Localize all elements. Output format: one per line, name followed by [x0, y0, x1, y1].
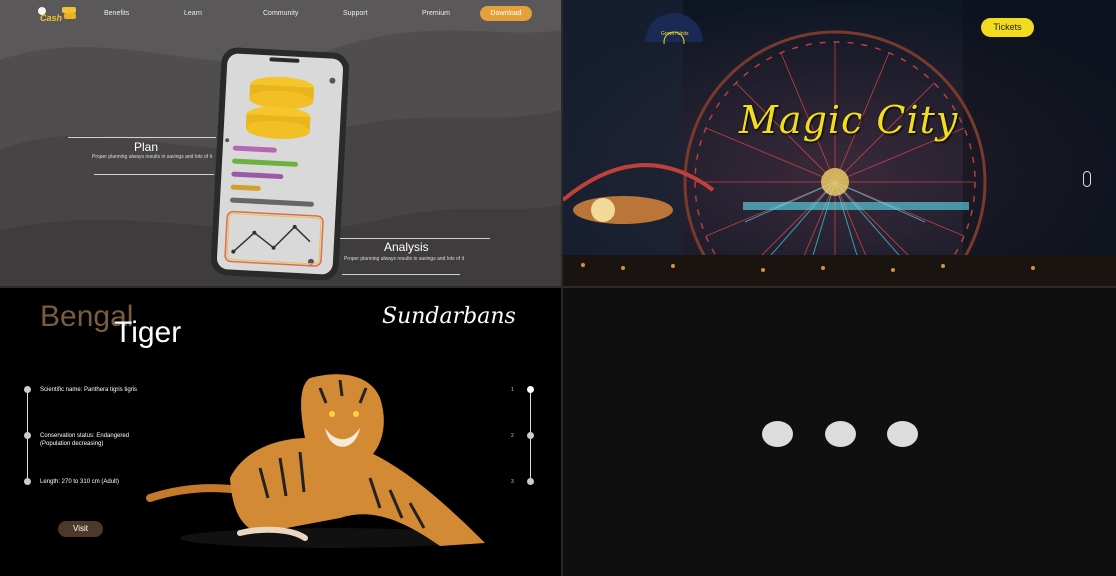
screenshot-grid: Cash Benefits Learn Community Support Pr… [0, 0, 1116, 576]
vertical-divider [561, 0, 563, 576]
loading-dot-2 [825, 421, 856, 447]
fact-2-text: Conservation status: Endangered [40, 433, 130, 439]
analysis-title: Analysis [384, 240, 429, 254]
loading-dot-3 [887, 421, 918, 447]
fact-conservation-status: Conservation status: Endangered (Populat… [40, 432, 129, 448]
horizontal-divider [0, 286, 1116, 288]
fact-scientific-name: Scientific name: Panthera tigris tigris [40, 386, 137, 394]
analysis-description: Proper planning always results in saving… [344, 256, 465, 262]
analysis-divider-top [340, 238, 490, 239]
brand-sundarbans[interactable]: Sundarbans [382, 304, 516, 329]
fact-dot-3 [24, 478, 31, 485]
step-dot-3[interactable] [527, 478, 534, 485]
loading-dot-1 [762, 421, 793, 447]
tiger-image [146, 374, 485, 548]
nav-benefits[interactable]: Benefits [104, 10, 129, 17]
park-logo-icon[interactable] [643, 12, 705, 44]
step-label-2: 2 [511, 433, 514, 439]
visit-button[interactable]: Visit [58, 521, 103, 537]
panel-loading [563, 288, 1116, 576]
plan-title: Plan [134, 140, 159, 154]
phone-illustration [210, 47, 350, 281]
step-label-1: 1 [511, 387, 514, 393]
title-tiger: Tiger [114, 316, 182, 349]
scroll-mouse-icon[interactable] [1083, 171, 1091, 187]
nav-community[interactable]: Community [263, 10, 298, 17]
nav-premium[interactable]: Premium [422, 10, 450, 17]
step-dot-1-active[interactable] [527, 386, 534, 393]
plan-divider-bottom [94, 174, 214, 175]
fact-dot-2 [24, 432, 31, 439]
fact-dot-1 [24, 386, 31, 393]
panel-bengal-tiger: Bengal Tiger Sundarbans Scientific name:… [0, 288, 561, 576]
logo-text: Cash [40, 13, 63, 23]
plan-description: Proper planning always results in saving… [92, 154, 213, 160]
fact-length: Length: 270 to 310 cm (Adult) [40, 478, 119, 486]
step-dot-2[interactable] [527, 432, 534, 439]
park-logo-text: Grown Units [661, 31, 689, 37]
fact-3-text: Length: 270 to 310 cm (Adult) [40, 479, 120, 485]
panel-magic-city: Grown Units Tickets Magic City [563, 0, 1116, 286]
fact-1-text: Scientific name: Panthera tigris tigris [40, 387, 138, 393]
tickets-button[interactable]: Tickets [981, 18, 1034, 37]
download-button[interactable]: Download [480, 6, 532, 21]
nav-support[interactable]: Support [343, 10, 368, 17]
plan-divider-top [68, 137, 216, 138]
fact-2-subtext: (Population decreasing) [40, 441, 104, 447]
analysis-divider-bottom [342, 274, 460, 275]
panel-money-app: Cash Benefits Learn Community Support Pr… [0, 0, 561, 286]
nav-learn[interactable]: Learn [184, 10, 202, 17]
step-label-3: 3 [511, 479, 514, 485]
headline: Magic City [739, 98, 959, 142]
